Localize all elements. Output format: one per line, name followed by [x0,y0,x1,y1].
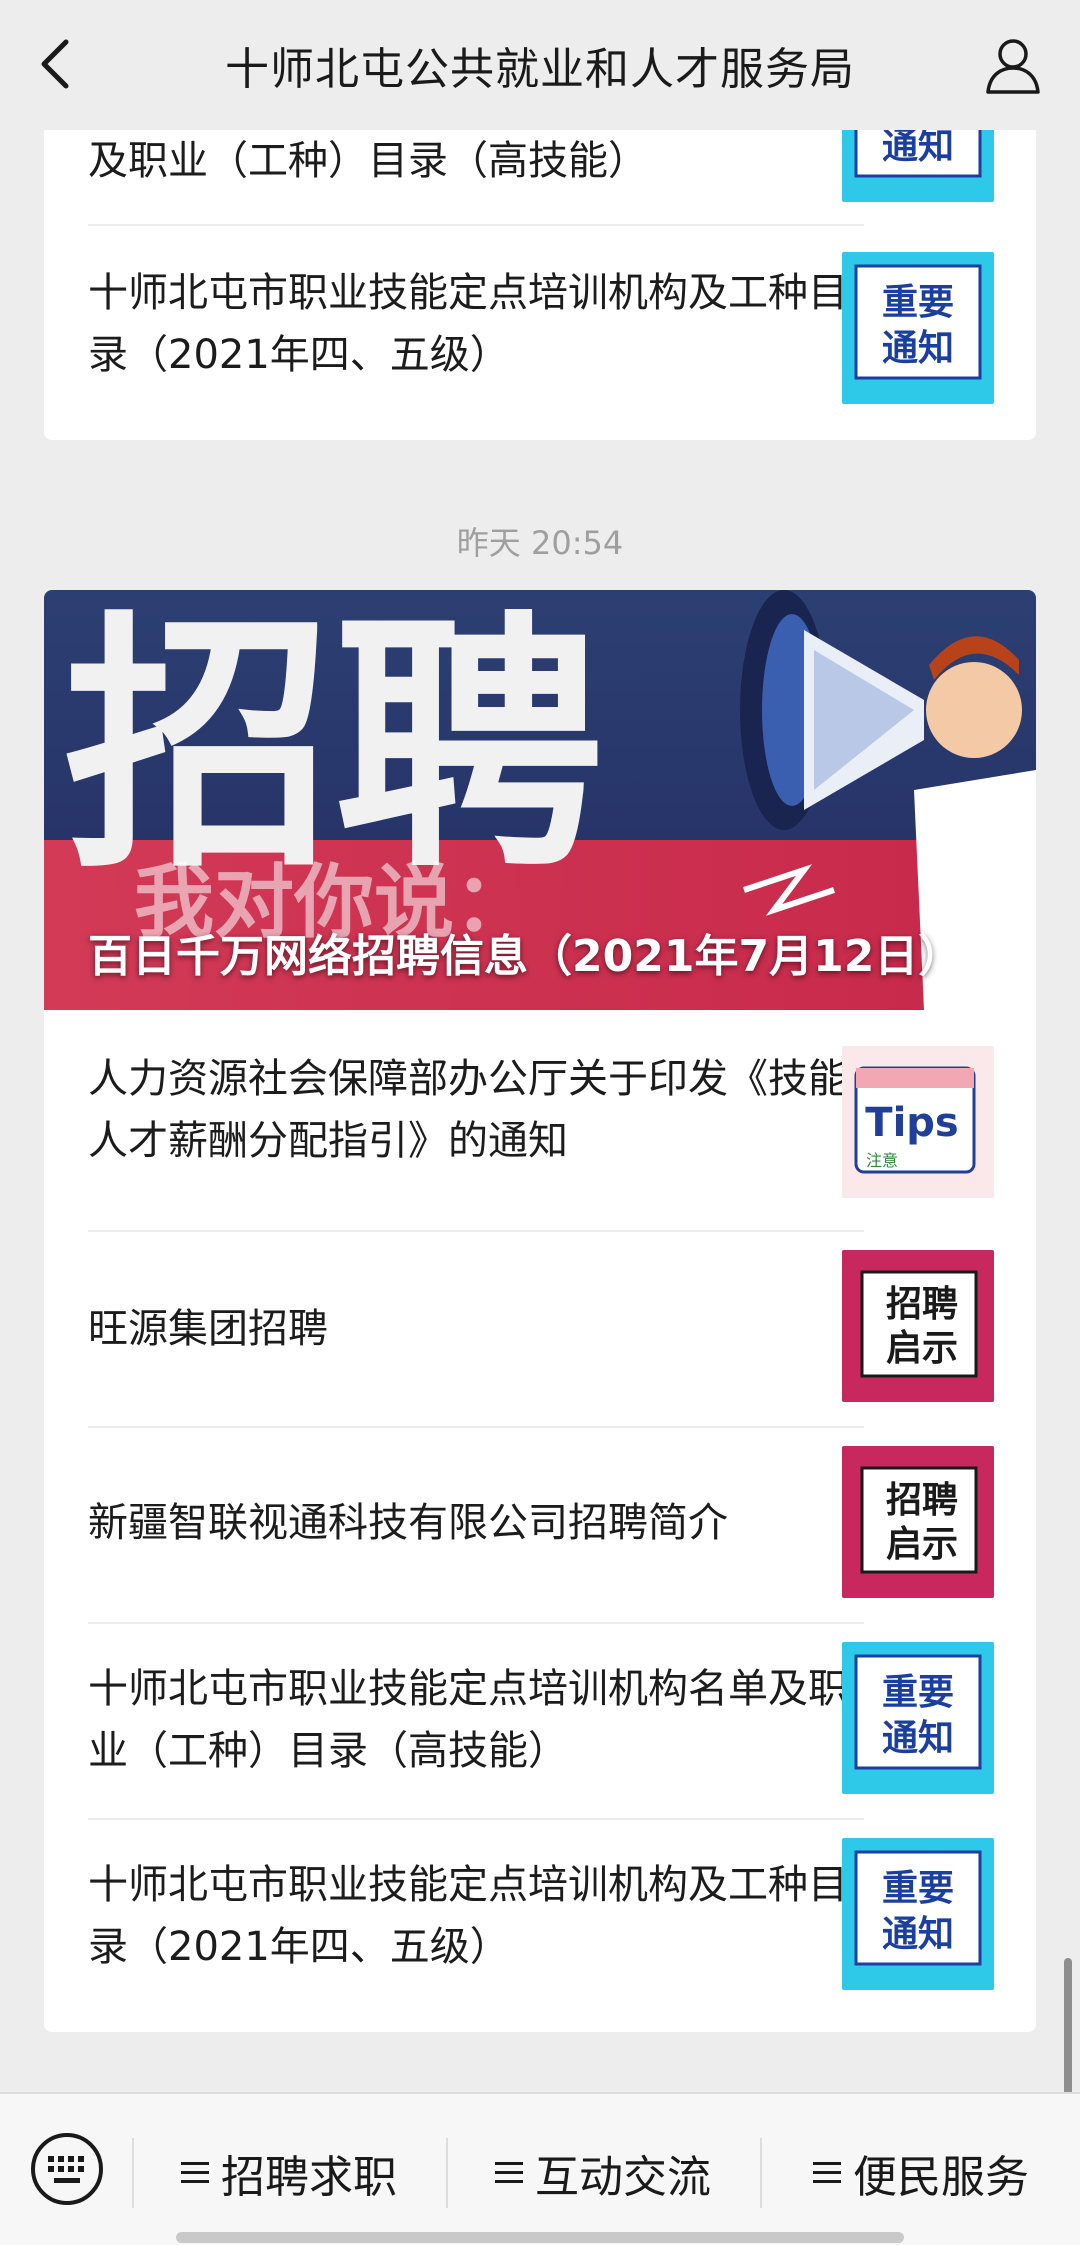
article-title: 十师北屯市职业技能定点培训机构及工种目录（2021年四、五级） [88,270,848,378]
tips-thumbnail-art: Tips 注意 [842,1046,994,1198]
article-thumbnail: 招聘 启示 [842,1250,994,1402]
page-title: 十师北屯公共就业和人才服务局 [225,44,855,95]
article-item[interactable]: 旺源集团招聘 招聘 启示 [44,1232,1036,1426]
article-item[interactable]: 十师北屯市职业技能定点培训机构名单及职业（工种）目录（高技能） 重要通知 [44,1624,1036,1820]
article-title: 人力资源社会保障部办公厅关于印发《技能人才薪酬分配指引》的通知 [88,1056,848,1164]
thumbnail-text: Tips [865,1100,958,1146]
menu-item-label: 招聘求职 [221,2152,397,2203]
notice-thumbnail-art: 重要通知 [842,1642,994,1794]
menu-list-icon [495,2162,523,2183]
thumbnail-text: 注意 [866,1151,898,1170]
message-timestamp: 昨天 20:54 [456,524,624,562]
article-thumbnail: 重要通知 [842,1838,994,1990]
thumbnail-text: 启示 [886,1524,958,1565]
article-item[interactable]: 十师北屯市职业技能定点培训机构及工种目录（2021年四、五级） 重要通知 [44,226,1036,436]
recruit-thumbnail-art: 招聘启示 [842,1446,994,1598]
article-thumbnail: 重要通知 [842,1642,994,1794]
bottom-menu-bar: 招聘求职 互动交流 便民服务 [0,2092,1080,2245]
menu-list-icon [813,2162,841,2183]
thumbnail-text: 重要 [882,282,954,323]
menu-item-interaction[interactable]: 互动交流 [448,2138,758,2208]
thumbnail-text: 通知 [882,1718,954,1759]
menu-list-icon [181,2162,209,2183]
article-title: 旺源集团招聘 [88,1306,328,1352]
article-item[interactable]: 人力资源社会保障部办公厅关于印发《技能人才薪酬分配指引》的通知 Tips 注意 [44,1010,1036,1210]
article-thumbnail: Tips 注意 [842,1046,994,1198]
article-thumbnail: 重要通知 [842,252,994,404]
banner-caption: 百日千万网络招聘信息（2021年7月12日） [88,931,963,982]
notice-thumbnail-art: 重要通知 [842,252,994,404]
article-thumbnail: 招聘 启示 [842,1446,994,1598]
thumbnail-text: 通知 [882,126,954,167]
article-title: 新疆智联视通科技有限公司招聘简介 [88,1500,728,1546]
article-title: 及职业（工种）目录（高技能） [88,138,648,184]
top-bar: 十师北屯公共就业和人才服务局 [0,0,1080,130]
thumbnail-text: 启示 [886,1328,958,1369]
article-title: 十师北屯市职业技能定点培训机构名单及职业（工种）目录（高技能） [88,1666,848,1774]
thumbnail-text: 通知 [882,328,954,369]
menu-item-services[interactable]: 便民服务 [762,2138,1080,2208]
thumbnail-text: 重要 [882,1868,954,1909]
article-item[interactable]: 新疆智联视通科技有限公司招聘简介 招聘 启示 [44,1428,1036,1624]
home-indicator[interactable] [176,2232,904,2243]
menu-item-label: 便民服务 [853,2152,1029,2203]
thumbnail-text: 重要 [882,1672,954,1713]
thumbnail-text: 招聘 [886,1480,958,1521]
recruit-thumbnail-art: 招聘启示 [842,1250,994,1402]
notice-thumbnail-art: 重要通知 [842,1838,994,1990]
menu-item-jobs[interactable]: 招聘求职 [134,2138,444,2208]
thumbnail-text: 招聘 [886,1284,958,1325]
menu-item-label: 互动交流 [535,2152,711,2203]
back-arrow-icon[interactable] [34,36,78,92]
scroll-indicator[interactable] [1064,1958,1072,2098]
article-title: 十师北屯市职业技能定点培训机构及工种目录（2021年四、五级） [88,1862,848,1970]
profile-icon[interactable] [982,34,1044,96]
article-item[interactable]: 十师北屯市职业技能定点培训机构及工种目录（2021年四、五级） 重要通知 [44,1820,1036,2020]
headline-article-banner[interactable]: 招聘 我对你说： 百日千万网络招聘信息（2021年7月12日） [44,590,1036,1010]
keyboard-icon[interactable] [28,2130,106,2208]
message-card: 招聘 我对你说： 百日千万网络招聘信息（2021年7月12日） 人力资源社会保障… [44,590,1036,2032]
thumbnail-text: 通知 [882,1914,954,1955]
